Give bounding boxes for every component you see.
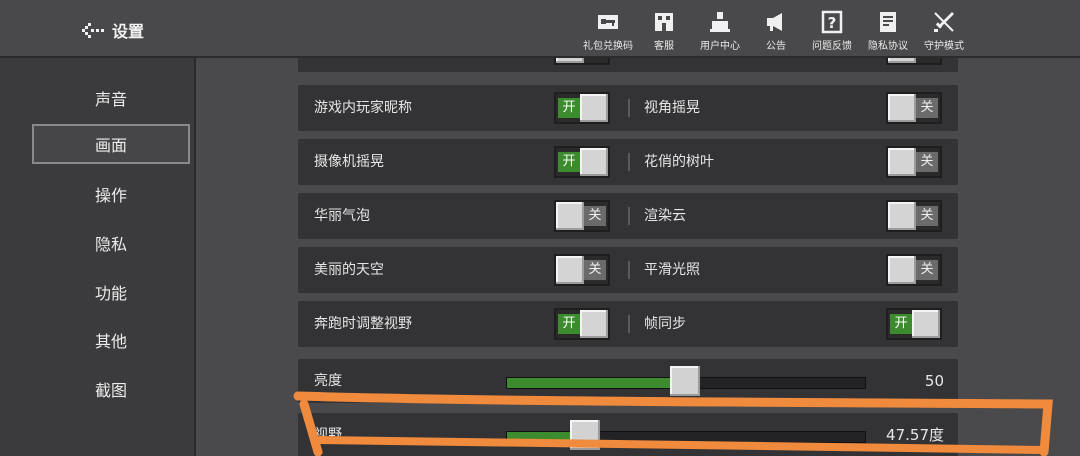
toggle-partial-left[interactable] — [554, 58, 610, 65]
row-divider — [628, 153, 630, 171]
row-divider — [628, 99, 630, 117]
toggle-state-text: 关 — [584, 260, 606, 280]
sidebar-item-sound[interactable]: 声音 — [32, 78, 190, 118]
row-divider — [628, 207, 630, 225]
toggle-switch[interactable]: 关 — [886, 146, 942, 178]
sidebar-item-other[interactable]: 其他 — [32, 320, 190, 360]
toggle-state-text: 关 — [584, 206, 606, 226]
setting-label: 平滑光照 — [644, 262, 700, 278]
toggle-switch[interactable]: 开 — [554, 308, 610, 340]
setting-label: 奔跑时调整视野 — [314, 316, 412, 332]
settings-content[interactable]: 游戏内玩家昵称开视角摇晃关摄像机摇晃开花俏的树叶关华丽气泡关渲染云关美丽的天空关… — [196, 58, 1080, 456]
settings-row: 奔跑时调整视野 开 帧同步 开 — [298, 301, 958, 347]
toggle-state-text: 关 — [916, 152, 938, 172]
settings-row: 摄像机摇晃 开 花俏的树叶 关 — [298, 139, 958, 185]
setting-label: 游戏内玩家昵称 — [314, 100, 412, 116]
setting-label: 华丽气泡 — [314, 208, 370, 224]
fov-slider-handle[interactable] — [569, 420, 600, 450]
feedback-button[interactable]: ? 问题反馈 — [804, 10, 860, 52]
user-icon — [710, 12, 730, 32]
fov-row: 视野 47.57度 — [298, 413, 958, 456]
question-icon: ? — [821, 10, 843, 34]
brightness-row: 亮度 50 — [298, 359, 958, 403]
toggle-switch[interactable]: 关 — [886, 92, 942, 124]
toggle-knob — [580, 94, 608, 122]
toggle-knob — [912, 310, 940, 338]
shop-icon — [655, 13, 673, 31]
toggle-state-text: 开 — [558, 98, 580, 118]
sidebar-item-privacy[interactable]: 隐私 — [32, 223, 190, 263]
user-center-button[interactable]: 用户中心 — [692, 10, 748, 52]
toggle-knob — [888, 256, 916, 284]
toggle-switch[interactable]: 开 — [554, 146, 610, 178]
settings-row: 美丽的天空 关 平滑光照 关 — [298, 247, 958, 293]
toggle-switch[interactable]: 关 — [886, 254, 942, 286]
sword-icon — [934, 12, 954, 32]
back-arrow-icon — [82, 23, 104, 38]
settings-sidebar: 声音 画面 操作 隐私 功能 其他 截图 — [0, 58, 196, 456]
toggle-knob — [888, 202, 916, 230]
page-title: 设置 — [112, 22, 145, 41]
toggle-state-text: 关 — [916, 206, 938, 226]
toggle-knob — [580, 310, 608, 338]
document-icon — [880, 12, 896, 32]
toggle-knob — [556, 202, 584, 230]
settings-row-partial — [298, 58, 958, 72]
toggle-switch[interactable]: 开 — [886, 308, 942, 340]
guardian-mode-button[interactable]: 守护模式 — [916, 10, 972, 52]
settings-row: 游戏内玩家昵称 开 视角摇晃 关 — [298, 85, 958, 131]
setting-label: 帧同步 — [644, 316, 686, 332]
toggle-knob — [888, 148, 916, 176]
toggle-switch[interactable]: 关 — [554, 254, 610, 286]
toggle-knob — [556, 256, 584, 284]
sidebar-item-display[interactable]: 画面 — [32, 124, 190, 164]
toggle-switch[interactable]: 开 — [554, 92, 610, 124]
row-divider — [628, 261, 630, 279]
key-icon — [598, 15, 618, 29]
toggle-knob — [580, 148, 608, 176]
megaphone-icon — [767, 13, 782, 31]
gift-code-button[interactable]: 礼包兑换码 — [580, 10, 636, 52]
top-toolbar: 礼包兑换码 客服 用户中心 公告 ? 问题反馈 隐私协议 守护模式 — [580, 10, 972, 52]
settings-row: 华丽气泡 关 渲染云 关 — [298, 193, 958, 239]
fov-value: 47.57度 — [886, 426, 944, 444]
setting-label: 美丽的天空 — [314, 262, 384, 278]
toggle-state-text: 开 — [558, 152, 580, 172]
top-bar: 设置 礼包兑换码 客服 用户中心 公告 ? 问题反馈 隐私协议 守护模式 — [0, 0, 1080, 58]
sidebar-item-screenshot[interactable]: 截图 — [32, 369, 190, 409]
setting-label: 视角摇晃 — [644, 100, 700, 116]
toggle-switch[interactable]: 关 — [886, 200, 942, 232]
announcement-button[interactable]: 公告 — [748, 10, 804, 52]
setting-label: 摄像机摇晃 — [314, 154, 384, 170]
toggle-state-text: 开 — [558, 314, 580, 334]
setting-label: 渲染云 — [644, 208, 686, 224]
fov-label: 视野 — [314, 427, 342, 443]
toggle-state-text: 关 — [916, 260, 938, 280]
setting-label: 花俏的树叶 — [644, 154, 714, 170]
toggle-switch[interactable]: 关 — [554, 200, 610, 232]
brightness-value: 50 — [924, 372, 944, 390]
toggle-knob — [888, 94, 916, 122]
brightness-label: 亮度 — [314, 373, 342, 389]
toggle-state-text: 关 — [916, 98, 938, 118]
sidebar-item-features[interactable]: 功能 — [32, 272, 190, 312]
privacy-policy-button[interactable]: 隐私协议 — [860, 10, 916, 52]
row-divider — [628, 315, 630, 333]
back-button[interactable]: 设置 — [82, 18, 144, 42]
sidebar-item-controls[interactable]: 操作 — [32, 174, 190, 214]
svg-text:?: ? — [828, 14, 837, 32]
customer-service-button[interactable]: 客服 — [636, 10, 692, 52]
toggle-partial-right[interactable] — [886, 58, 942, 65]
fov-slider-track[interactable] — [506, 431, 866, 443]
brightness-slider-handle[interactable] — [670, 366, 700, 396]
toggle-state-text: 开 — [890, 314, 912, 334]
